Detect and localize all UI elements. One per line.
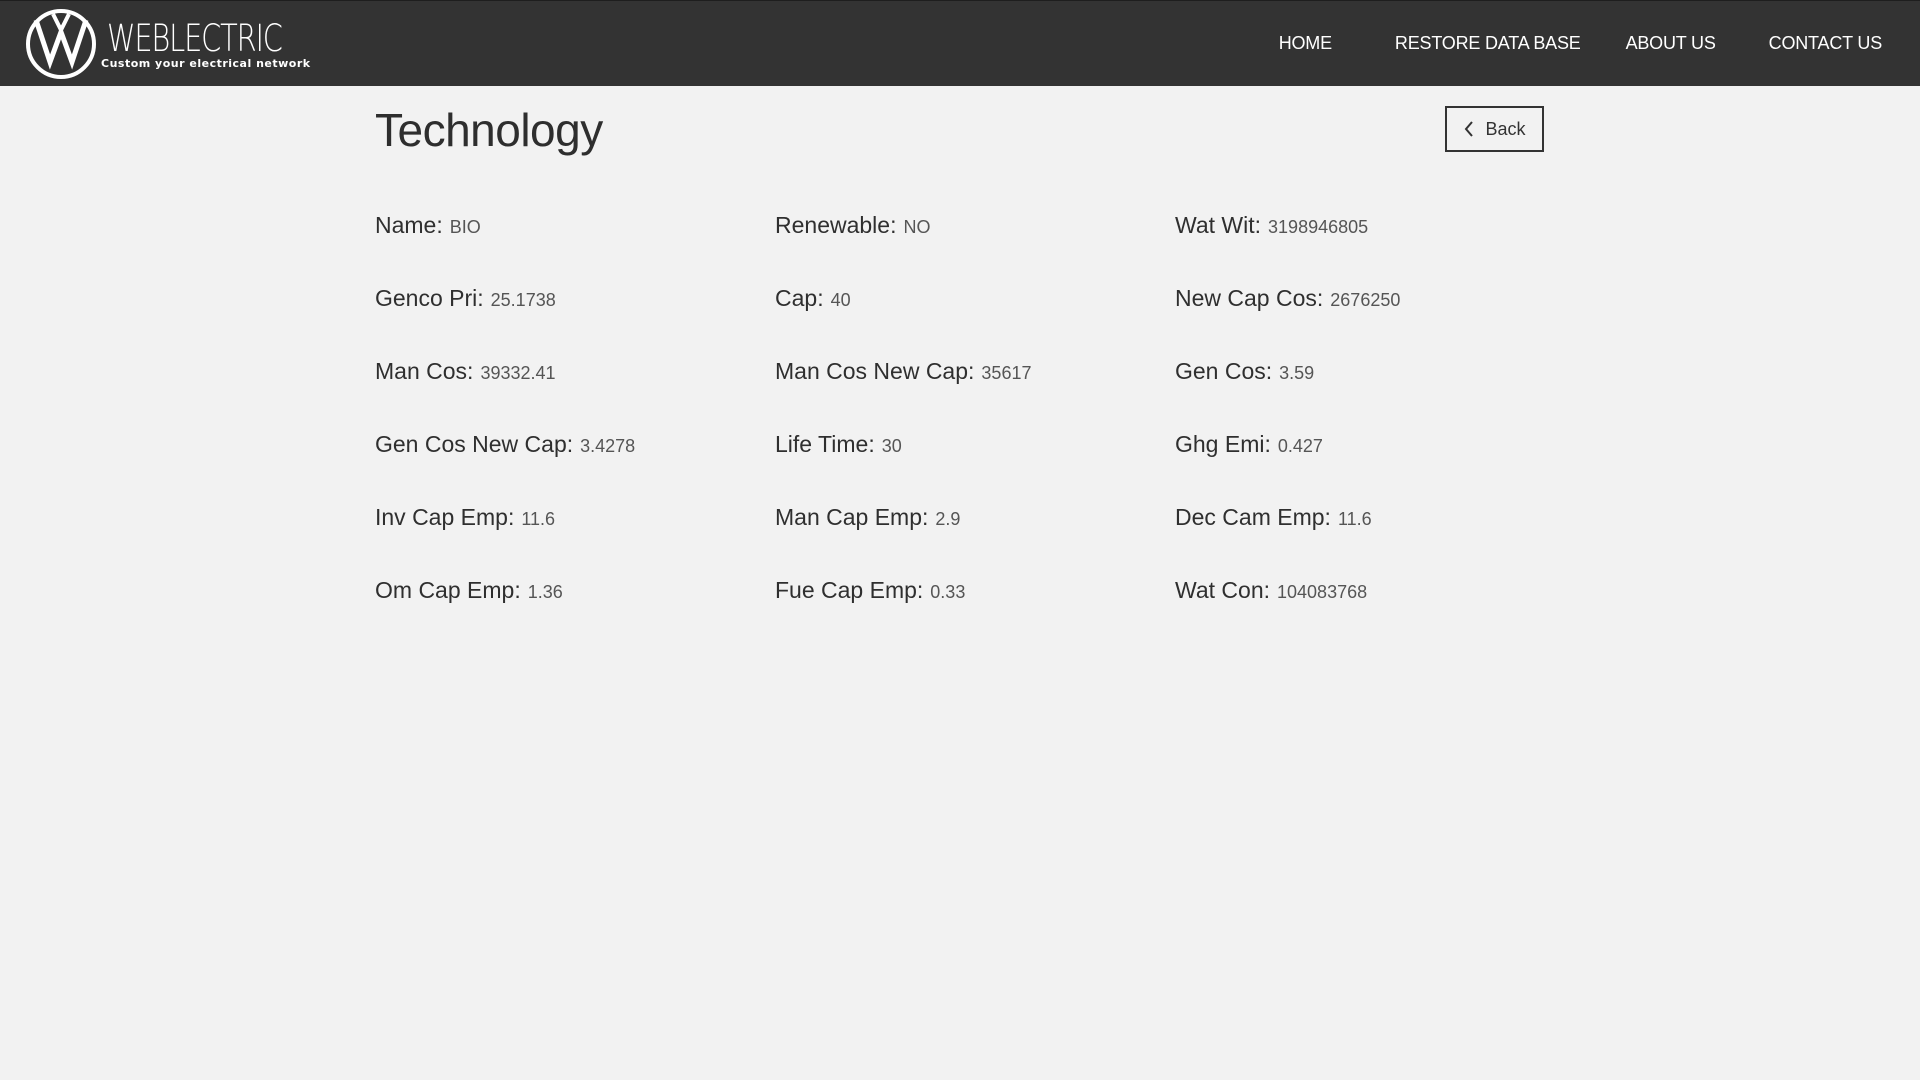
field-label: Man Cap Emp: (775, 504, 929, 530)
field-value: 2676250 (1330, 290, 1401, 310)
field-wat-con: Wat Con: 104083768 (1175, 577, 1575, 650)
field-label: Man Cos New Cap: (775, 358, 975, 384)
field-value: 39332.41 (480, 363, 556, 383)
field-value: 2.9 (935, 509, 961, 529)
field-value: 40 (830, 290, 851, 310)
field-value: 11.6 (521, 509, 556, 529)
field-label: Wat Con: (1175, 577, 1271, 603)
field-inv-cap-emp: Inv Cap Emp: 11.6 (375, 504, 775, 577)
field-value: BIO (449, 217, 481, 237)
main-nav: HOME RESTORE DATA BASE ABOUT US CONTACT … (1279, 1, 1920, 85)
chevron-left-icon (1465, 121, 1474, 137)
field-ghg-emi: Ghg Emi: 0.427 (1175, 431, 1575, 504)
field-wat-wit: Wat Wit: 3198946805 (1175, 212, 1575, 285)
field-value: 3198946805 (1268, 217, 1369, 237)
field-value: 1.36 (527, 582, 563, 602)
field-cap: Cap: 40 (775, 285, 1175, 358)
field-label: New Cap Cos: (1175, 285, 1324, 311)
field-label: Life Time: (775, 431, 875, 457)
field-gen-cos: Gen Cos: 3.59 (1175, 358, 1575, 431)
field-value: 35617 (981, 363, 1032, 383)
field-label: Gen Cos New Cap: (375, 431, 574, 457)
brand-name: WEBLECTRIC (107, 16, 283, 60)
field-life-time: Life Time: 30 (775, 431, 1175, 504)
field-label: Name: (375, 212, 443, 238)
back-button[interactable]: Back (1445, 106, 1544, 152)
field-label: Renewable: (775, 212, 897, 238)
top-navbar: WEBLECTRIC Custom your electrical networ… (0, 0, 1920, 86)
back-button-label: Back (1485, 118, 1526, 139)
field-fue-cap-emp: Fue Cap Emp: 0.33 (775, 577, 1175, 650)
field-value: 0.427 (1277, 436, 1323, 456)
field-value: 11.6 (1337, 509, 1372, 529)
field-label: Cap: (775, 285, 824, 311)
technology-details-grid: Name: BIO Renewable: NO Wat Wit: 3198946… (375, 212, 1575, 650)
field-label: Dec Cam Emp: (1175, 504, 1331, 530)
field-label: Om Cap Emp: (375, 577, 521, 603)
field-om-cap-emp: Om Cap Emp: 1.36 (375, 577, 775, 650)
field-value: 3.59 (1279, 363, 1315, 383)
field-man-cap-emp: Man Cap Emp: 2.9 (775, 504, 1175, 577)
field-label: Wat Wit: (1175, 212, 1262, 238)
brand-logo[interactable]: WEBLECTRIC Custom your electrical networ… (25, 9, 331, 79)
field-new-cap-cos: New Cap Cos: 2676250 (1175, 285, 1575, 358)
field-label: Fue Cap Emp: (775, 577, 924, 603)
field-value: 0.33 (930, 582, 966, 602)
field-label: Ghg Emi: (1175, 431, 1271, 457)
field-label: Man Cos: (375, 358, 474, 384)
field-label: Gen Cos: (1175, 358, 1273, 384)
field-value: 104083768 (1277, 582, 1368, 602)
field-renewable: Renewable: NO (775, 212, 1175, 285)
w-circle-logo-icon (26, 9, 96, 79)
field-dec-cam-emp: Dec Cam Emp: 11.6 (1175, 504, 1575, 577)
field-value: NO (903, 217, 931, 237)
field-name: Name: BIO (375, 212, 775, 285)
field-value: 3.4278 (580, 436, 636, 456)
nav-about-us-link[interactable]: ABOUT US (1626, 33, 1716, 54)
field-genco-pri: Genco Pri: 25.1738 (375, 285, 775, 358)
field-man-cos-new-cap: Man Cos New Cap: 35617 (775, 358, 1175, 431)
field-label: Genco Pri: (375, 285, 484, 311)
brand-text: WEBLECTRIC Custom your electrical networ… (101, 16, 331, 69)
field-value: 30 (881, 436, 902, 456)
nav-home-link[interactable]: HOME (1279, 33, 1332, 54)
page-title: Technology (375, 104, 603, 156)
field-label: Inv Cap Emp: (375, 504, 515, 530)
field-gen-cos-new-cap: Gen Cos New Cap: 3.4278 (375, 431, 775, 504)
nav-restore-database-link[interactable]: RESTORE DATA BASE (1395, 33, 1581, 54)
field-man-cos: Man Cos: 39332.41 (375, 358, 775, 431)
field-value: 25.1738 (490, 290, 556, 310)
nav-contact-us-link[interactable]: CONTACT US (1769, 33, 1883, 54)
